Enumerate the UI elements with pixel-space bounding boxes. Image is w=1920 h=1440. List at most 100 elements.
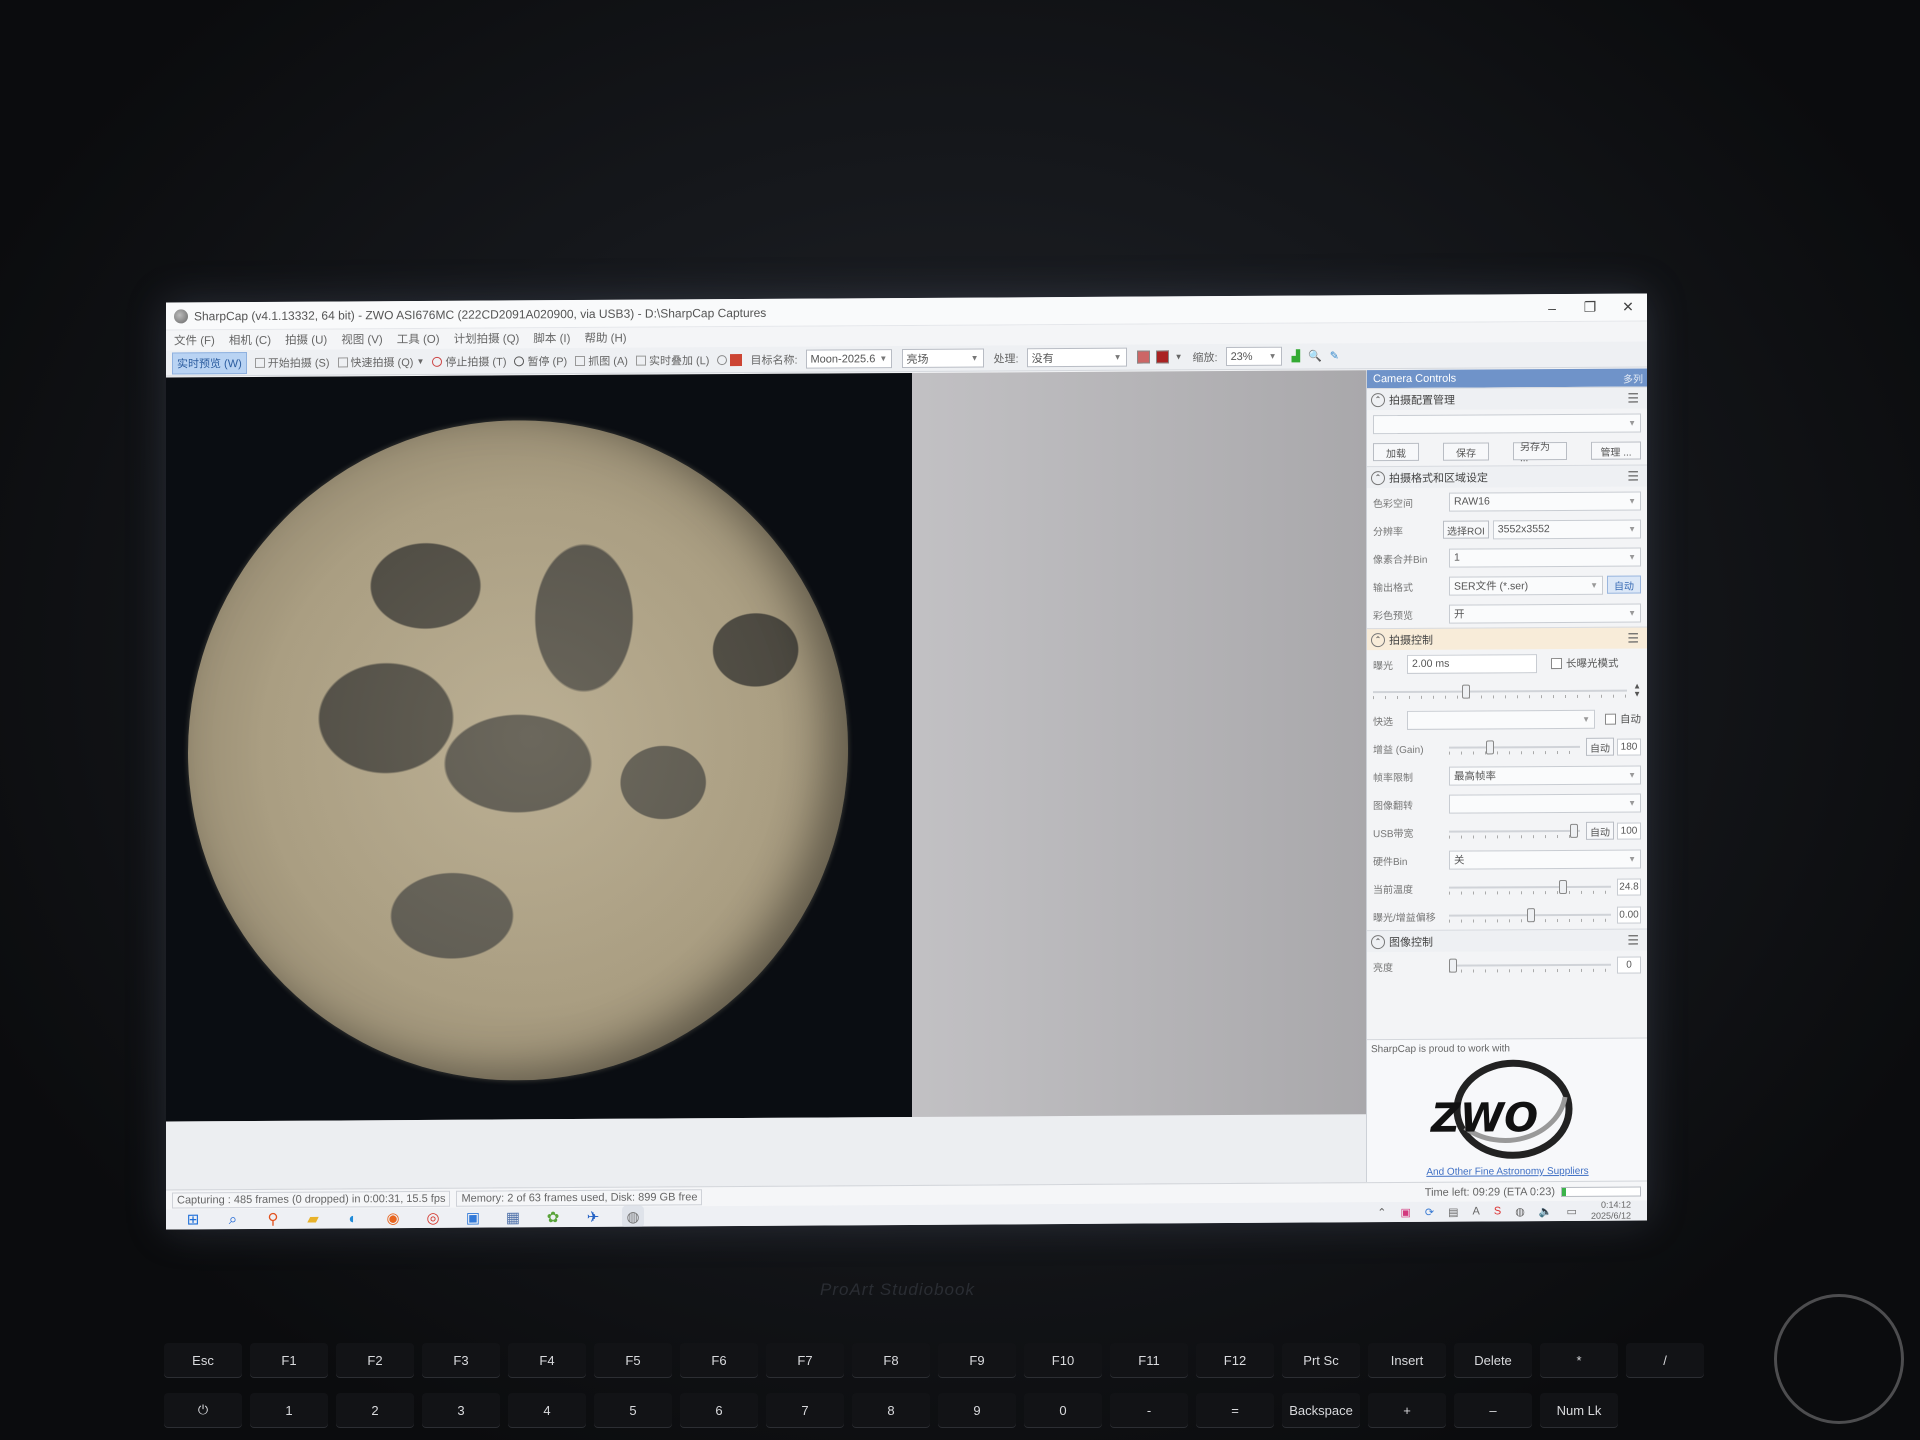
frame-limit-select[interactable]: 最高帧率 ▼ <box>1449 765 1641 786</box>
gain-auto-button[interactable]: 自动 <box>1586 737 1614 756</box>
taskbar-clock[interactable]: 0:14:12 2025/6/12 <box>1591 1200 1631 1222</box>
usb-auto-button[interactable]: 自动 <box>1586 821 1614 840</box>
menu-capture[interactable]: 拍摄 (U) <box>285 332 327 348</box>
feishu-icon[interactable]: ✈ <box>582 1206 604 1228</box>
capture-section-header[interactable]: ⌃ 拍摄控制 ☰ <box>1367 626 1647 651</box>
save-as-button[interactable]: 另存为 ... <box>1513 441 1567 464</box>
quick-select-dropdown[interactable]: ▼ <box>1407 709 1595 730</box>
long-exposure-checkbox[interactable] <box>1551 657 1562 669</box>
collapse-icon[interactable]: ⌃ <box>1371 632 1385 647</box>
menu-camera[interactable]: 相机 (C) <box>229 332 271 348</box>
volume-icon[interactable]: 🔈 <box>1539 1205 1553 1218</box>
stop-capture-button[interactable]: 停止拍摄 (T) <box>432 353 506 369</box>
pause-button[interactable]: 暂停 (P) <box>514 353 567 369</box>
manage-button[interactable]: 管理 ... <box>1591 441 1641 460</box>
slider-thumb[interactable] <box>1449 958 1457 973</box>
usb-value[interactable]: 100 <box>1617 822 1641 840</box>
sharpcap-taskbar-icon[interactable]: ◍ <box>622 1205 644 1228</box>
color-space-select[interactable]: RAW16 ▼ <box>1449 491 1641 512</box>
exposure-auto-checkbox[interactable] <box>1605 713 1616 725</box>
gain-slider[interactable] <box>1449 738 1580 757</box>
slider-thumb[interactable] <box>1569 823 1578 838</box>
edge-browser-icon[interactable]: ◐ <box>342 1207 364 1229</box>
collapse-icon[interactable]: ⌃ <box>1371 470 1385 485</box>
multi-column-toggle[interactable]: 多列 <box>1623 370 1647 385</box>
output-auto-button[interactable]: 自动 <box>1607 575 1641 594</box>
image-section-header[interactable]: ⌃ 图像控制 ☰ <box>1367 928 1647 953</box>
flip-select[interactable]: ▼ <box>1449 793 1641 814</box>
battery-icon[interactable]: ▭ <box>1567 1204 1577 1217</box>
save-button[interactable]: 保存 <box>1443 442 1489 461</box>
sponsor-link[interactable]: And Other Fine Astronomy Suppliers <box>1367 1165 1647 1178</box>
live-preview-button[interactable]: 实时预览 (W) <box>172 351 247 374</box>
profile-select[interactable]: ▼ <box>1373 413 1641 434</box>
color-swatch-icon[interactable] <box>1136 350 1150 364</box>
brightness-slider[interactable] <box>1449 956 1611 975</box>
menu-help[interactable]: 帮助 (H) <box>584 330 626 346</box>
chevron-down-icon[interactable]: ▼ <box>1175 352 1183 361</box>
menu-view[interactable]: 视图 (V) <box>341 331 383 347</box>
exposure-input[interactable]: 2.00 ms <box>1407 653 1537 674</box>
zoom-select[interactable]: 23% ▼ <box>1225 346 1282 367</box>
binning-select[interactable]: 1 ▼ <box>1449 547 1641 568</box>
menu-icon[interactable]: ☰ <box>1627 390 1639 406</box>
menu-icon[interactable]: ☰ <box>1627 932 1639 948</box>
offset-value[interactable]: 0.00 <box>1617 906 1641 924</box>
format-section-header[interactable]: ⌃ 拍摄格式和区域设定 ☰ <box>1367 464 1647 489</box>
output-format-select[interactable]: SER文件 (*.ser) ▼ <box>1449 575 1603 596</box>
offset-slider[interactable] <box>1449 906 1611 925</box>
slider-thumb[interactable] <box>1526 908 1535 923</box>
slider-thumb[interactable] <box>1485 740 1494 755</box>
profile-section-header[interactable]: ⌃ 拍摄配置管理 ☰ <box>1367 386 1647 411</box>
menu-icon[interactable]: ☰ <box>1627 468 1639 484</box>
sync-icon[interactable]: ⟳ <box>1425 1205 1434 1218</box>
hw-bin-select[interactable]: 关 ▼ <box>1449 849 1641 870</box>
store-icon[interactable]: ▣ <box>462 1207 484 1229</box>
histogram-icon[interactable]: ▟ <box>1292 350 1300 363</box>
chevron-down-icon[interactable]: ▼ <box>416 357 424 366</box>
color-preview-select[interactable]: 开 ▼ <box>1449 603 1641 624</box>
quick-capture-button[interactable]: 快速拍摄 (Q) ▼ <box>337 353 424 370</box>
target-name-input[interactable]: Moon-2025.6 ▼ <box>805 349 892 369</box>
collapse-icon[interactable]: ⌃ <box>1371 934 1385 949</box>
usb-slider[interactable] <box>1449 822 1580 841</box>
network-icon[interactable]: ◍ <box>1515 1205 1525 1218</box>
menu-file[interactable]: 文件 (F) <box>174 332 215 348</box>
magnifier-icon[interactable]: 🔍 <box>1308 349 1322 362</box>
frame-type-select[interactable]: 亮场 ▼ <box>901 348 984 369</box>
windows-start-icon[interactable]: ⊞ <box>182 1208 204 1229</box>
colorful-app-icon[interactable]: ✿ <box>542 1206 564 1228</box>
process-select[interactable]: 没有 ▼ <box>1026 347 1127 368</box>
image-viewport[interactable] <box>166 370 1366 1190</box>
spin-arrows-icon[interactable]: ▲ ▼ <box>1633 682 1641 699</box>
minimize-button[interactable]: – <box>1533 299 1571 316</box>
chevron-up-icon[interactable]: ⌃ <box>1377 1206 1386 1219</box>
target-icon[interactable] <box>717 353 743 366</box>
load-button[interactable]: 加载 <box>1373 442 1419 462</box>
firefox-icon[interactable]: ◉ <box>382 1207 404 1229</box>
select-roi-button[interactable]: 选择ROI <box>1443 520 1489 539</box>
antivirus-icon[interactable]: S <box>1494 1205 1501 1217</box>
chrome-icon[interactable]: ◎ <box>422 1207 444 1229</box>
live-stack-button[interactable]: 实时叠加 (L) <box>635 352 709 368</box>
clipboard-icon[interactable]: ▤ <box>1448 1205 1458 1218</box>
brightness-value[interactable]: 0 <box>1617 956 1641 974</box>
resolution-select[interactable]: 3552x3552 ▼ <box>1492 519 1641 539</box>
menu-scripting[interactable]: 脚本 (I) <box>533 330 570 346</box>
magnifier-app-icon[interactable]: ⚲ <box>262 1208 284 1230</box>
close-button[interactable]: ✕ <box>1609 298 1647 315</box>
input-method-icon[interactable]: A <box>1473 1205 1480 1217</box>
folder-icon[interactable]: ▰ <box>302 1208 324 1230</box>
tools-icon[interactable]: ✎ <box>1330 349 1339 362</box>
gain-value[interactable]: 180 <box>1617 738 1641 756</box>
menu-sequencer[interactable]: 计划拍摄 (Q) <box>454 330 520 346</box>
crosshair-icon[interactable] <box>1155 350 1169 364</box>
restore-button[interactable]: ❐ <box>1571 299 1609 316</box>
exposure-slider[interactable] <box>1373 682 1628 702</box>
tray-app-icon[interactable]: ▣ <box>1401 1205 1411 1218</box>
collapse-icon[interactable]: ⌃ <box>1371 392 1385 407</box>
menu-tools[interactable]: 工具 (O) <box>397 331 440 347</box>
start-capture-button[interactable]: 开始拍摄 (S) <box>254 354 330 370</box>
calculator-icon[interactable]: ▦ <box>502 1206 524 1228</box>
snapshot-button[interactable]: 抓图 (A) <box>575 352 628 368</box>
